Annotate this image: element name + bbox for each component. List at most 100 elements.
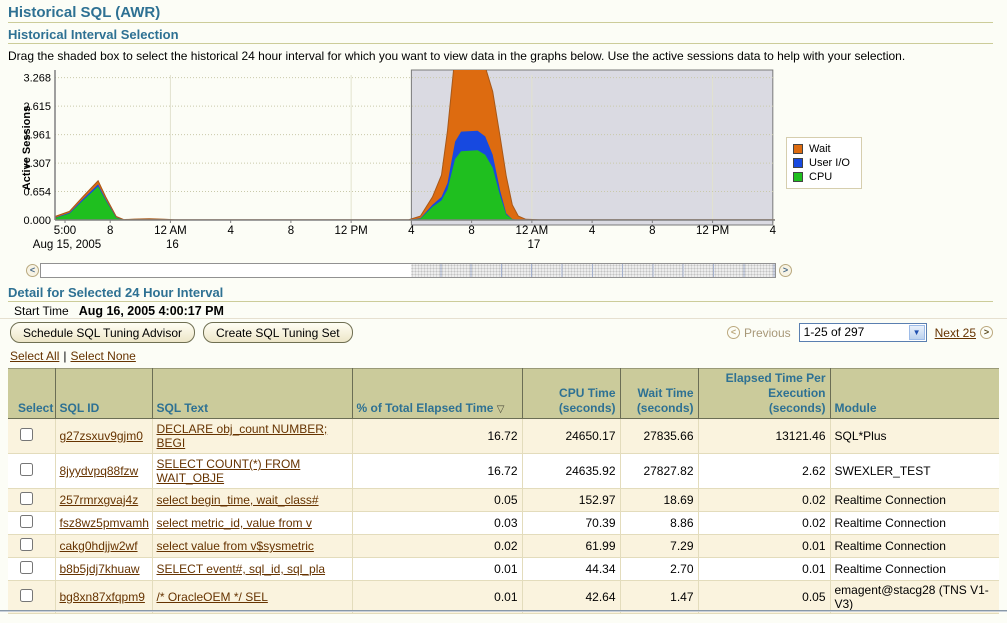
table-row: g27zsxuv9gjm0 DECLARE obj_count NUMBER; B… — [8, 419, 999, 454]
row-checkbox[interactable] — [20, 538, 33, 551]
col-header-module: Module — [830, 369, 999, 419]
interval-slider-track[interactable] — [40, 263, 776, 278]
svg-text:8: 8 — [468, 225, 474, 237]
svg-text:4: 4 — [408, 225, 415, 237]
select-links: Select All|Select None — [10, 349, 136, 363]
col-header-cpu-time: CPU Time (seconds) — [522, 369, 620, 419]
svg-text:12 AM: 12 AM — [516, 225, 549, 237]
legend-item-wait: Wait — [793, 142, 856, 156]
row-checkbox[interactable] — [20, 463, 33, 476]
sql-text-link[interactable]: /* OracleOEM */ SEL — [157, 590, 268, 604]
cpu-time-cell: 24650.17 — [522, 419, 620, 454]
module-cell: Realtime Connection — [830, 558, 999, 581]
next-25-link[interactable]: Next 25 — [935, 326, 976, 340]
chart-legend: Wait User I/O CPU — [786, 137, 862, 189]
wait-time-cell: 27835.66 — [620, 419, 698, 454]
svg-text:12 PM: 12 PM — [335, 225, 368, 237]
row-checkbox[interactable] — [20, 515, 33, 528]
pct-elapsed-cell: 16.72 — [352, 454, 522, 489]
svg-text:Aug 15, 2005: Aug 15, 2005 — [33, 239, 101, 251]
sql-id-link[interactable]: b8b5jdj7khuaw — [60, 562, 140, 576]
elapsed-per-exec-cell: 13121.46 — [698, 419, 830, 454]
elapsed-per-exec-cell: 0.02 — [698, 512, 830, 535]
svg-text:8: 8 — [288, 225, 294, 237]
slider-left-arrow-icon[interactable]: < — [26, 264, 39, 277]
select-dropdown-arrow-icon[interactable]: ▼ — [909, 325, 925, 340]
module-cell: emagent@stacg28 (TNS V1-V3) — [830, 581, 999, 614]
sql-text-link[interactable]: SELECT COUNT(*) FROM WAIT_OBJE — [157, 457, 301, 485]
pct-elapsed-cell: 0.02 — [352, 535, 522, 558]
svg-text:12 AM: 12 AM — [154, 225, 187, 237]
table-header-row: Select SQL ID SQL Text % of Total Elapse… — [8, 369, 999, 419]
cpu-time-cell: 44.34 — [522, 558, 620, 581]
pagination: < Previous 1-25 of 297 ▼ Next 25 > — [727, 323, 993, 342]
col-header-elapsed-per-exec: Elapsed Time Per Execution (seconds) — [698, 369, 830, 419]
toolbar-divider — [0, 318, 1007, 319]
table-row: b8b5jdj7khuaw SELECT event#, sql_id, sql_… — [8, 558, 999, 581]
interval-slider-shaded-region[interactable] — [411, 264, 775, 277]
sql-text-link[interactable]: DECLARE obj_count NUMBER; BEGI — [157, 422, 328, 450]
interval-section-heading: Historical Interval Selection — [8, 27, 179, 42]
module-cell: Realtime Connection — [830, 489, 999, 512]
start-time-row: Start TimeAug 16, 2005 4:00:17 PM — [14, 304, 224, 318]
sql-id-link[interactable]: 257rmrxgvaj4z — [60, 493, 139, 507]
pct-elapsed-cell: 0.05 — [352, 489, 522, 512]
cpu-time-cell: 24635.92 — [522, 454, 620, 489]
table-row: 8jyydvpq88fzw SELECT COUNT(*) FROM WAIT_O… — [8, 454, 999, 489]
svg-text:8: 8 — [107, 225, 113, 237]
row-checkbox[interactable] — [20, 561, 33, 574]
col-header-sql-id: SQL ID — [55, 369, 152, 419]
row-checkbox[interactable] — [20, 428, 33, 441]
sql-id-link[interactable]: fsz8wz5pmvamh — [60, 516, 149, 530]
schedule-sql-tuning-advisor-button[interactable]: Schedule SQL Tuning Advisor — [10, 322, 195, 343]
row-checkbox[interactable] — [20, 492, 33, 505]
historical-sql-awr-page: Historical SQL (AWR) Historical Interval… — [0, 0, 1007, 623]
svg-text:8: 8 — [649, 225, 655, 237]
sql-id-link[interactable]: g27zsxuv9gjm0 — [60, 429, 143, 443]
sql-text-link[interactable]: SELECT event#, sql_id, sql_pla — [157, 562, 326, 576]
page-range-select[interactable]: 1-25 of 297 ▼ — [799, 323, 927, 342]
col-header-sql-text: SQL Text — [152, 369, 352, 419]
table-row: fsz8wz5pmvamh select metric_id, value fro… — [8, 512, 999, 535]
sql-id-link[interactable]: bg8xn87xfqpm9 — [60, 590, 145, 604]
start-time-label: Start Time — [14, 304, 69, 318]
svg-text:3.268: 3.268 — [23, 73, 51, 85]
pct-elapsed-cell: 0.01 — [352, 581, 522, 614]
pct-elapsed-cell: 0.03 — [352, 512, 522, 535]
sql-id-link[interactable]: cakg0hdjjw2wf — [60, 539, 138, 553]
create-sql-tuning-set-button[interactable]: Create SQL Tuning Set — [203, 322, 353, 343]
sql-id-link[interactable]: 8jyydvpq88fzw — [60, 464, 139, 478]
svg-text:12 PM: 12 PM — [696, 225, 729, 237]
elapsed-per-exec-cell: 0.05 — [698, 581, 830, 614]
row-checkbox[interactable] — [20, 589, 33, 602]
col-header-pct-elapsed[interactable]: % of Total Elapsed Time ▽ — [352, 369, 522, 419]
next-page-icon[interactable]: > — [980, 326, 993, 339]
toolbar: Schedule SQL Tuning Advisor Create SQL T… — [0, 322, 1007, 346]
cpu-time-cell: 70.39 — [522, 512, 620, 535]
module-cell: SQL*Plus — [830, 419, 999, 454]
wait-time-cell: 2.70 — [620, 558, 698, 581]
sql-text-link[interactable]: select begin_time, wait_class# — [157, 493, 319, 507]
select-all-link[interactable]: Select All — [10, 349, 59, 363]
elapsed-per-exec-cell: 0.02 — [698, 489, 830, 512]
previous-page-icon: < — [727, 326, 740, 339]
page-title: Historical SQL (AWR) — [8, 4, 160, 21]
wait-time-cell: 8.86 — [620, 512, 698, 535]
user-io-color-swatch — [793, 158, 803, 168]
select-none-link[interactable]: Select None — [70, 349, 135, 363]
svg-text:0.000: 0.000 — [23, 215, 51, 227]
svg-text:17: 17 — [527, 239, 540, 251]
legend-item-cpu: CPU — [793, 170, 856, 184]
col-header-wait-time: Wait Time (seconds) — [620, 369, 698, 419]
legend-item-user-io: User I/O — [793, 156, 856, 170]
elapsed-per-exec-cell: 0.01 — [698, 558, 830, 581]
sql-text-link[interactable]: select metric_id, value from v — [157, 516, 312, 530]
svg-text:4: 4 — [589, 225, 596, 237]
module-cell: SWEXLER_TEST — [830, 454, 999, 489]
cpu-time-cell: 42.64 — [522, 581, 620, 614]
slider-right-arrow-icon[interactable]: > — [779, 264, 792, 277]
svg-text:5:00: 5:00 — [54, 225, 76, 237]
sql-text-link[interactable]: select value from v$sysmetric — [157, 539, 314, 553]
svg-text:16: 16 — [166, 239, 179, 251]
svg-text:4: 4 — [227, 225, 234, 237]
